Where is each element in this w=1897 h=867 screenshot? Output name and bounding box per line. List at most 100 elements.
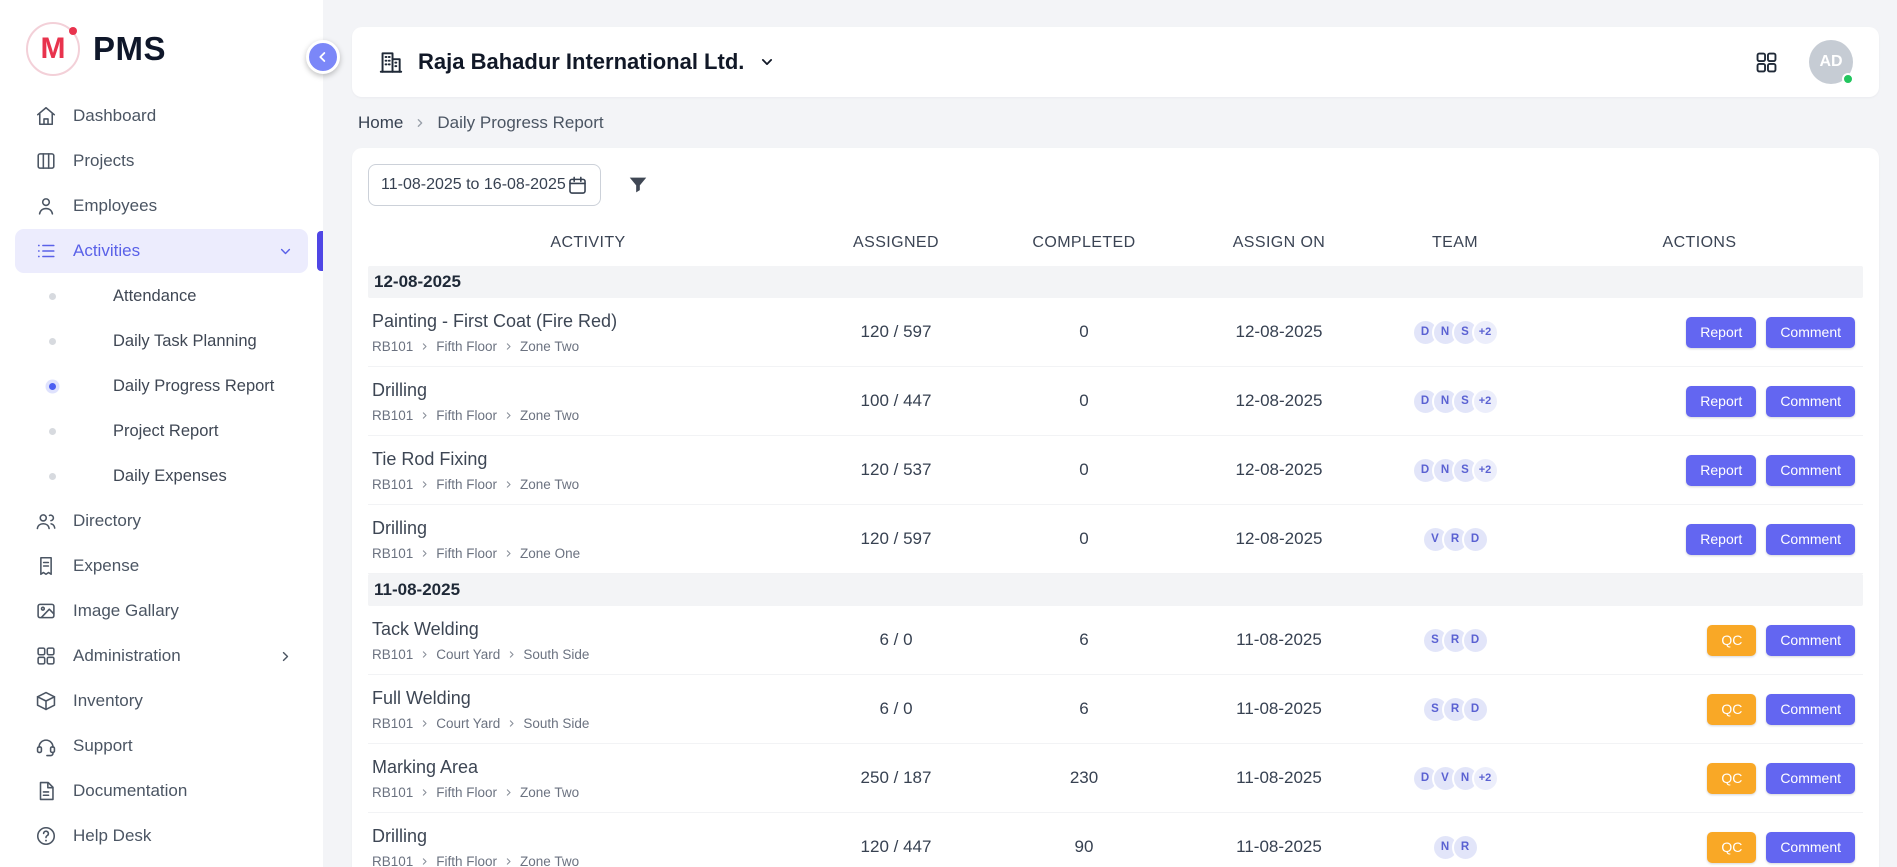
location-segment: RB101 — [372, 546, 413, 561]
logo-icon: M — [26, 22, 80, 76]
sidebar-item-dashboard[interactable]: Dashboard — [15, 94, 308, 138]
chevron-right-icon — [504, 788, 513, 797]
assign-on-value: 11-08-2025 — [1184, 630, 1374, 650]
sidebar-item-label: Directory — [73, 511, 141, 531]
sidebar-item-label: Expense — [73, 556, 139, 576]
qc-button[interactable]: QC — [1707, 763, 1756, 794]
calendar-icon — [567, 175, 588, 196]
chevron-right-icon — [420, 788, 429, 797]
team-avatar[interactable]: D — [1462, 696, 1489, 723]
location-segment: RB101 — [372, 647, 413, 662]
activity-location: RB101Fifth FloorZone Two — [372, 408, 808, 423]
table-header: ACTIVITYASSIGNEDCOMPLETEDASSIGN ONTEAMAC… — [368, 220, 1863, 266]
assign-on-value: 11-08-2025 — [1184, 768, 1374, 788]
report-button[interactable]: Report — [1686, 455, 1756, 486]
sidebar-subitem-daily-expenses[interactable]: Daily Expenses — [15, 454, 308, 499]
comment-button[interactable]: Comment — [1766, 524, 1855, 555]
sidebar-item-projects[interactable]: Projects — [15, 139, 308, 183]
table-row: Marking Area RB101Fifth FloorZone Two 25… — [368, 744, 1863, 813]
comment-button[interactable]: Comment — [1766, 317, 1855, 348]
table-row: Full Welding RB101Court YardSouth Side 6… — [368, 675, 1863, 744]
administration-icon — [35, 645, 57, 667]
team-avatars: DNS+2 — [1374, 319, 1536, 346]
comment-button[interactable]: Comment — [1766, 694, 1855, 725]
sidebar-item-employees[interactable]: Employees — [15, 184, 308, 228]
assigned-value: 250 / 187 — [808, 768, 984, 788]
breadcrumb-home[interactable]: Home — [358, 113, 403, 133]
comment-button[interactable]: Comment — [1766, 625, 1855, 656]
comment-button[interactable]: Comment — [1766, 763, 1855, 794]
directory-icon — [35, 510, 57, 532]
filter-icon[interactable] — [627, 174, 649, 196]
team-more-badge[interactable]: +2 — [1472, 319, 1499, 346]
qc-button[interactable]: QC — [1707, 694, 1756, 725]
activity-location: RB101Fifth FloorZone Two — [372, 785, 808, 800]
comment-button[interactable]: Comment — [1766, 455, 1855, 486]
chevron-right-icon — [420, 549, 429, 558]
assign-on-value: 11-08-2025 — [1184, 699, 1374, 719]
apps-grid-icon[interactable] — [1754, 50, 1779, 75]
sidebar-item-directory[interactable]: Directory — [15, 499, 308, 543]
sidebar-subitem-attendance[interactable]: Attendance — [15, 274, 308, 319]
report-button[interactable]: Report — [1686, 524, 1756, 555]
location-segment: RB101 — [372, 854, 413, 867]
date-range-input[interactable]: 11-08-2025 to 16-08-2025 — [368, 164, 601, 206]
team-more-badge[interactable]: +2 — [1472, 765, 1499, 792]
team-avatar[interactable]: R — [1452, 834, 1479, 861]
column-header-assigned: ASSIGNED — [808, 234, 984, 252]
qc-button[interactable]: QC — [1707, 625, 1756, 656]
inventory-icon — [35, 690, 57, 712]
comment-button[interactable]: Comment — [1766, 386, 1855, 417]
sidebar-subitem-project-report[interactable]: Project Report — [15, 409, 308, 454]
activity-location: RB101Court YardSouth Side — [372, 716, 808, 731]
activity-name: Drilling — [372, 380, 808, 401]
team-avatar[interactable]: D — [1462, 526, 1489, 553]
report-button[interactable]: Report — [1686, 317, 1756, 348]
sidebar-item-support[interactable]: Support — [15, 724, 308, 768]
actions-cell: Report Comment — [1536, 317, 1863, 348]
location-segment: Zone Two — [520, 854, 579, 867]
sidebar-collapse-button[interactable] — [306, 40, 340, 74]
sidebar-item-help-desk[interactable]: Help Desk — [15, 814, 308, 858]
activity-name: Marking Area — [372, 757, 808, 778]
user-avatar[interactable]: AD — [1809, 40, 1853, 84]
company-selector[interactable]: Raja Bahadur International Ltd. — [378, 49, 776, 75]
team-more-badge[interactable]: +2 — [1472, 457, 1499, 484]
activity-name: Tack Welding — [372, 619, 808, 640]
sidebar-subitem-daily-progress-report[interactable]: Daily Progress Report — [15, 364, 308, 409]
location-segment: Fifth Floor — [436, 854, 497, 867]
assign-on-value: 12-08-2025 — [1184, 529, 1374, 549]
team-avatar[interactable]: D — [1462, 627, 1489, 654]
actions-cell: Report Comment — [1536, 386, 1863, 417]
employees-icon — [35, 195, 57, 217]
assign-on-value: 12-08-2025 — [1184, 460, 1374, 480]
table-row: Drilling RB101Fifth FloorZone Two 120 / … — [368, 813, 1863, 867]
sidebar-subitem-label: Daily Progress Report — [113, 377, 274, 396]
bullet-icon — [49, 293, 56, 300]
sidebar-item-image-gallary[interactable]: Image Gallary — [15, 589, 308, 633]
sidebar-subitem-daily-task-planning[interactable]: Daily Task Planning — [15, 319, 308, 364]
comment-button[interactable]: Comment — [1766, 832, 1855, 863]
qc-button[interactable]: QC — [1707, 832, 1756, 863]
team-more-badge[interactable]: +2 — [1472, 388, 1499, 415]
sidebar-item-expense[interactable]: Expense — [15, 544, 308, 588]
report-button[interactable]: Report — [1686, 386, 1756, 417]
sidebar-item-administration[interactable]: Administration — [15, 634, 308, 678]
bullet-icon — [49, 473, 56, 480]
activity-name: Full Welding — [372, 688, 808, 709]
assigned-value: 6 / 0 — [808, 630, 984, 650]
activity-cell: Painting - First Coat (Fire Red) RB101Fi… — [368, 311, 808, 354]
sidebar-item-documentation[interactable]: Documentation — [15, 769, 308, 813]
activity-location: RB101 Fifth Floor Zone Two — [372, 854, 808, 867]
sidebar-item-inventory[interactable]: Inventory — [15, 679, 308, 723]
completed-value: 90 — [984, 837, 1184, 857]
location-segment: Fifth Floor — [436, 408, 497, 423]
activity-cell: Full Welding RB101Court YardSouth Side — [368, 688, 808, 731]
actions-cell: QC Comment — [1536, 832, 1863, 863]
location-segment: RB101 — [372, 408, 413, 423]
sidebar-item-activities[interactable]: Activities — [15, 229, 308, 273]
filters-toolbar: 11-08-2025 to 16-08-2025 — [368, 164, 1863, 206]
sidebar-subitem-label: Daily Task Planning — [113, 332, 257, 351]
sidebar-item-label: Inventory — [73, 691, 143, 711]
location-segment: Fifth Floor — [436, 785, 497, 800]
